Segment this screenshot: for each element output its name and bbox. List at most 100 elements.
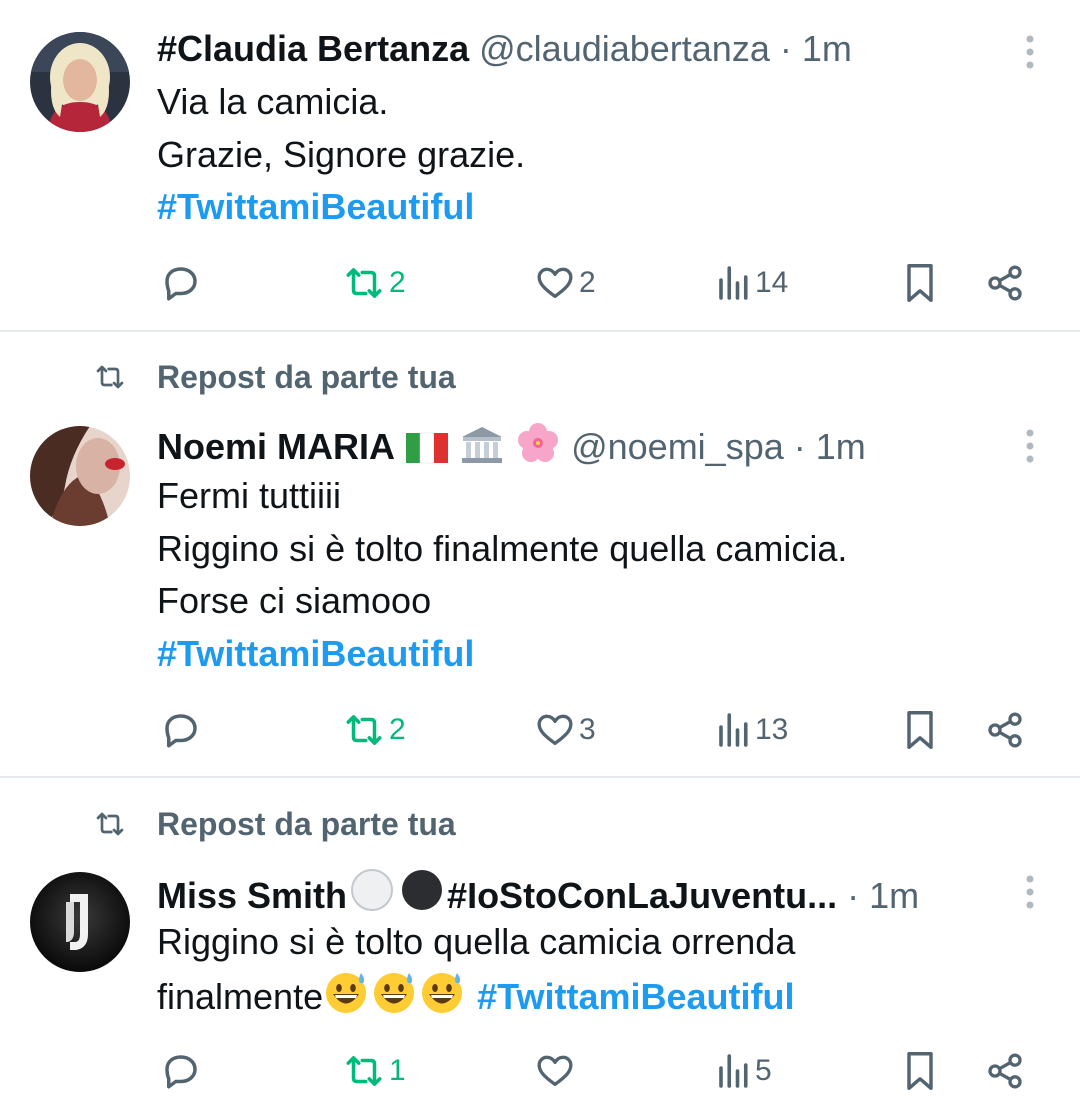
timestamp[interactable]: 1m (869, 875, 919, 916)
separator: · (779, 28, 792, 69)
grinning-sweat-face-icon (326, 972, 367, 1013)
share-icon (988, 1053, 1022, 1089)
more-options-icon[interactable] (1020, 34, 1040, 70)
retweet-icon (346, 268, 382, 298)
heart-icon (537, 1055, 573, 1086)
classical-building-icon (462, 427, 503, 463)
tweet-header: #Claudia Bertanza @claudiabertanza · 1m (157, 24, 852, 74)
heart-icon (537, 267, 573, 298)
reply-button[interactable] (160, 700, 202, 760)
retweet-button[interactable]: 1 (343, 1041, 406, 1101)
more-options-icon[interactable] (1020, 428, 1040, 464)
display-name-suffix[interactable]: #IoStoConLaJuventu... (447, 875, 837, 916)
views-icon (719, 1054, 748, 1088)
tweet-text-line: Via la camicia. (157, 81, 389, 122)
avatar[interactable] (30, 426, 130, 526)
views-count: 5 (755, 1054, 772, 1087)
grinning-sweat-face-icon (422, 972, 463, 1013)
bookmark-icon (907, 1051, 933, 1091)
tweet-actions: 2 3 13 (0, 700, 1080, 760)
views-count: 13 (755, 713, 789, 746)
timeline: #Claudia Bertanza @claudiabertanza · 1m … (0, 0, 1080, 1114)
retweet-button[interactable]: 2 (343, 253, 406, 313)
share-icon (988, 265, 1022, 301)
reply-icon (165, 267, 197, 301)
user-handle[interactable]: @claudiabertanza (479, 28, 770, 69)
tweet-text-line: Forse ci siamooo (157, 580, 432, 621)
views-button[interactable]: 14 (715, 253, 788, 313)
tweet-text: Riggino si è tolto quella camicia orrend… (157, 916, 1057, 1023)
bookmark-button[interactable] (901, 253, 939, 313)
repost-icon (96, 365, 124, 389)
tweet-text-line: finalmente #TwittamiBeautiful (157, 969, 1057, 1024)
bookmark-icon (907, 263, 933, 303)
retweet-count: 2 (389, 266, 406, 299)
retweet-count: 1 (389, 1054, 406, 1087)
display-name[interactable]: #Claudia Bertanza (157, 28, 469, 69)
tweet[interactable]: Repost da parte tua Miss Smith #IoStoConL… (0, 778, 1080, 1114)
user-handle[interactable]: @noemi_spa (571, 426, 784, 467)
hashtag-link[interactable]: #TwittamiBeautiful (477, 976, 794, 1017)
tweet-text: Via la camicia. Grazie, Signore grazie. … (157, 76, 1057, 234)
timestamp[interactable]: 1m (802, 28, 852, 69)
reply-button[interactable] (160, 1041, 202, 1101)
tweet[interactable]: Repost da parte tua Noemi MARIA @noemi_s… (0, 332, 1080, 776)
like-count: 2 (579, 266, 596, 299)
tweet-text-segment: finalmente (157, 975, 324, 1017)
like-button[interactable]: 2 (535, 253, 596, 313)
separator: · (793, 426, 806, 467)
tweet-header: Noemi MARIA @noemi_spa · 1m (157, 421, 866, 471)
repost-icon (96, 812, 124, 836)
retweet-count: 2 (389, 713, 406, 746)
more-options-icon[interactable] (1020, 874, 1040, 910)
display-name-prefix[interactable]: Miss Smith (157, 875, 347, 916)
repost-label: Repost da parte tua (157, 806, 456, 842)
repost-indicator: Repost da parte tua (0, 357, 1080, 397)
bookmark-button[interactable] (901, 1041, 939, 1101)
like-button[interactable] (535, 1041, 579, 1101)
hashtag-link[interactable]: #TwittamiBeautiful (157, 181, 1057, 234)
avatar[interactable] (30, 32, 130, 132)
heart-icon (537, 714, 573, 745)
retweet-icon (346, 1056, 382, 1086)
timestamp[interactable]: 1m (816, 426, 866, 467)
views-button[interactable]: 5 (715, 1041, 772, 1101)
repost-label: Repost da parte tua (157, 359, 456, 395)
views-count: 14 (755, 266, 789, 299)
tweet-text-line: Riggino si è tolto quella camicia orrend… (157, 921, 796, 962)
tweet[interactable]: #Claudia Bertanza @claudiabertanza · 1m … (0, 0, 1080, 330)
share-button[interactable] (985, 1041, 1025, 1101)
black-circle-icon (402, 870, 443, 910)
views-icon (719, 713, 748, 747)
reply-button[interactable] (160, 253, 202, 313)
grinning-sweat-face-icon (374, 972, 415, 1013)
share-button[interactable] (985, 253, 1025, 313)
like-button[interactable]: 3 (535, 700, 596, 760)
tweet-text-line: Grazie, Signore grazie. (157, 133, 526, 175)
name-emojis (347, 869, 447, 916)
like-count: 3 (579, 713, 596, 746)
tweet-text-line: Fermi tuttiiii (157, 475, 342, 516)
avatar[interactable] (30, 872, 130, 972)
retweet-icon (346, 715, 382, 745)
reply-icon (165, 714, 197, 748)
tweet-header: Miss Smith #IoStoConLaJuventu... · 1m (157, 867, 919, 917)
views-button[interactable]: 13 (715, 700, 788, 760)
tweet-text-line: Riggino si è tolto finalmente quella cam… (157, 527, 848, 569)
share-icon (988, 712, 1022, 748)
display-name[interactable]: Noemi MARIA (157, 426, 395, 467)
italy-flag-icon (406, 432, 449, 464)
views-icon (719, 266, 748, 300)
tweet-text: Fermi tuttiiii Riggino si è tolto finalm… (157, 470, 1057, 680)
repost-indicator: Repost da parte tua (0, 804, 1080, 844)
tweet-actions: 1 5 (0, 1041, 1080, 1101)
separator: · (847, 875, 860, 916)
white-circle-icon (351, 869, 394, 911)
bookmark-button[interactable] (901, 700, 939, 760)
reply-icon (165, 1055, 197, 1089)
hashtag-link[interactable]: #TwittamiBeautiful (157, 628, 1057, 681)
retweet-button[interactable]: 2 (343, 700, 406, 760)
bookmark-icon (907, 710, 933, 750)
share-button[interactable] (985, 700, 1025, 760)
cherry-blossom-icon (518, 423, 559, 462)
